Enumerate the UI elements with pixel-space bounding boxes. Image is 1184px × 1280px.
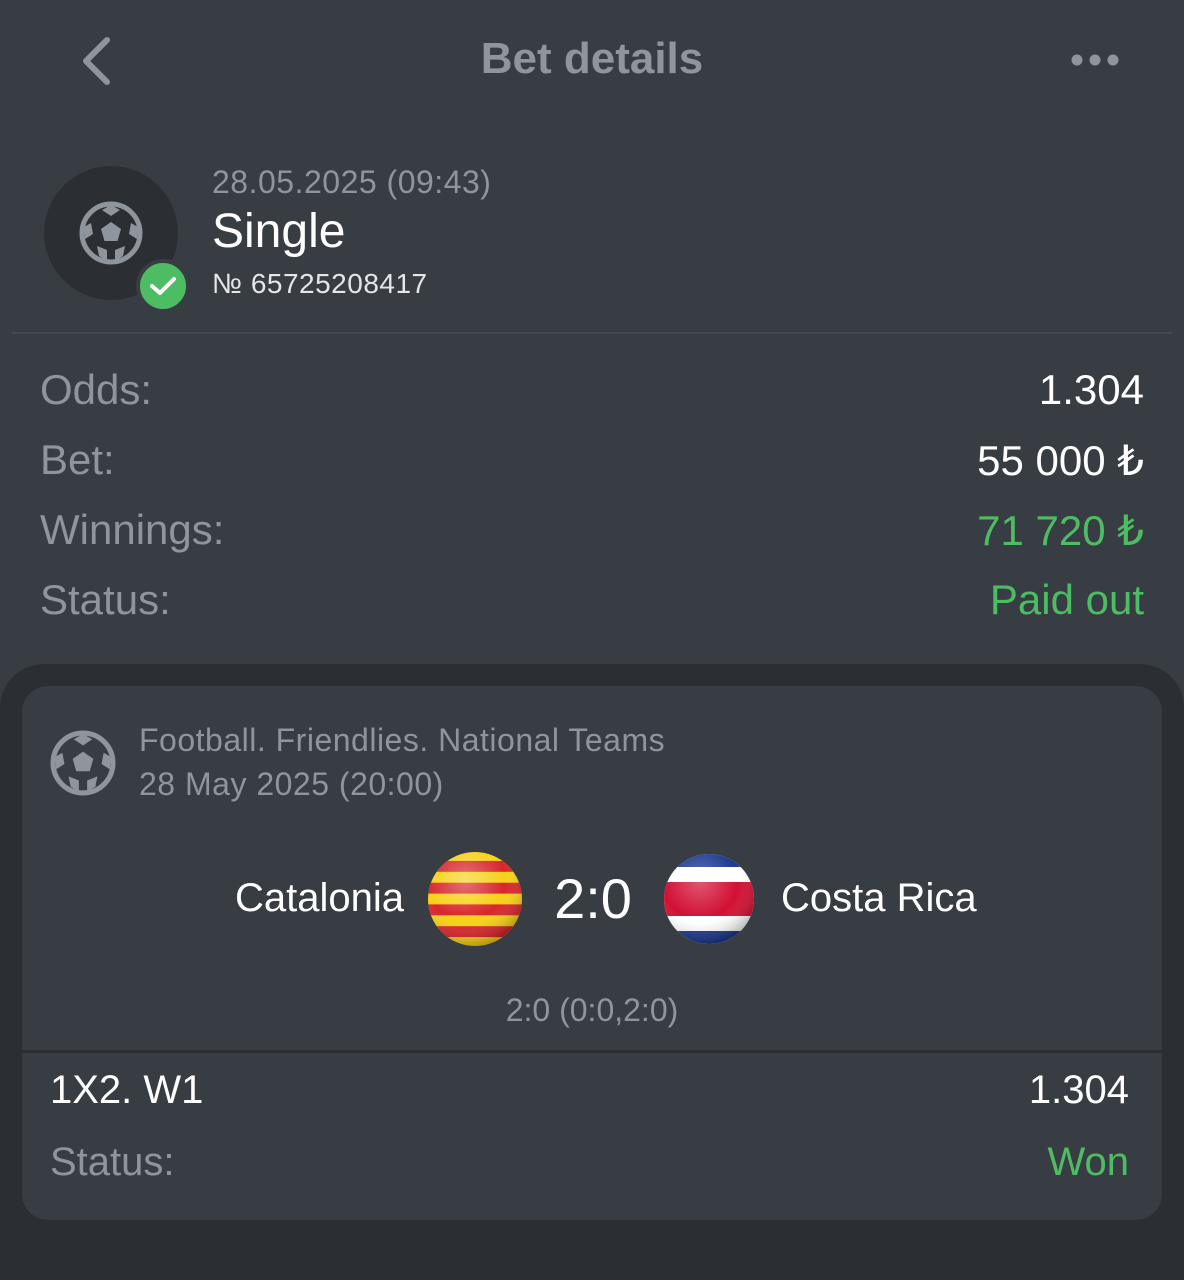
status-label: Status: bbox=[40, 576, 171, 623]
odds-value: 1.304 bbox=[1038, 366, 1144, 413]
match-score: 2:0 bbox=[554, 867, 632, 930]
costa-rica-flag-icon bbox=[664, 854, 754, 944]
status-value: Paid out bbox=[989, 576, 1144, 623]
check-icon bbox=[150, 277, 176, 295]
football-icon bbox=[50, 730, 116, 796]
market-odds: 1.304 bbox=[1028, 1068, 1129, 1112]
bet-date: 28.05.2025 (09:43) bbox=[212, 164, 492, 200]
settled-check-badge bbox=[136, 259, 190, 313]
winnings-label: Winnings: bbox=[40, 506, 225, 553]
divider bbox=[12, 332, 1172, 334]
more-options-button[interactable] bbox=[1060, 40, 1130, 80]
pick-status-label: Status: bbox=[50, 1140, 175, 1184]
bet-number: № 65725208417 bbox=[212, 268, 428, 299]
away-team-name: Costa Rica bbox=[781, 876, 977, 920]
bet-label: Bet: bbox=[40, 436, 115, 483]
football-icon bbox=[79, 201, 143, 265]
score-detail: 2:0 (0:0,2:0) bbox=[505, 992, 679, 1028]
top-bar: Bet details bbox=[0, 0, 1184, 120]
league-name: Football. Friendlies. National Teams bbox=[139, 722, 666, 758]
catalonia-flag-icon bbox=[428, 852, 522, 946]
odds-label: Odds: bbox=[40, 366, 153, 413]
pick-status-value: Won bbox=[1047, 1140, 1129, 1184]
divider bbox=[22, 1050, 1162, 1053]
event-date: 28 May 2025 (20:00) bbox=[139, 766, 444, 802]
page-title: Bet details bbox=[480, 34, 704, 83]
winnings-amount: 71 720 ₺ bbox=[977, 507, 1144, 554]
home-team-name: Catalonia bbox=[234, 876, 404, 920]
more-dots-icon bbox=[1071, 54, 1119, 66]
bet-type: Single bbox=[212, 205, 346, 258]
market-name: 1X2. W1 bbox=[50, 1068, 204, 1112]
bet-amount: 55 000 ₺ bbox=[977, 437, 1144, 484]
